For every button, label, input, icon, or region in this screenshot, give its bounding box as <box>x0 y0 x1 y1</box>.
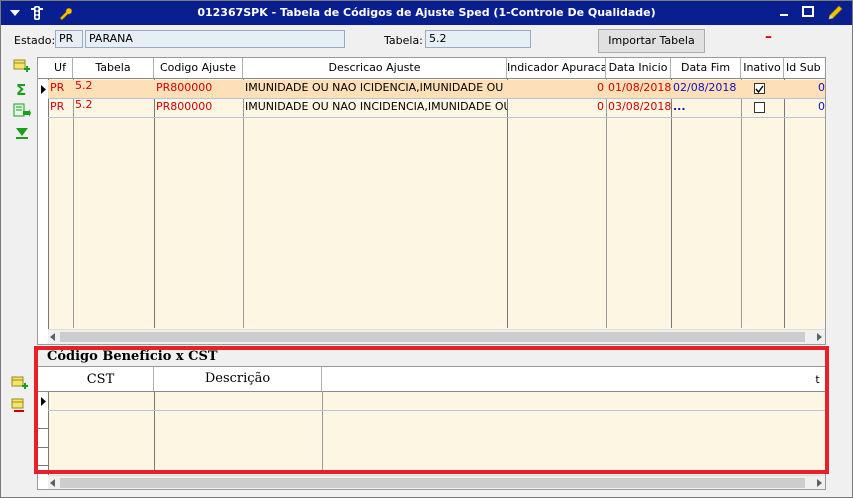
remove-symbol[interactable]: – <box>765 29 772 45</box>
cell-indicador-apuracao[interactable]: 0 <box>507 80 606 98</box>
col-header-indicador-apuracao[interactable]: Indicador Apuracao <box>507 58 606 78</box>
tabela-label: Tabela: <box>384 34 423 47</box>
title-bar: 012367SPK - Tabela de Códigos de Ajuste … <box>1 1 852 25</box>
sum-icon[interactable]: Σ <box>13 81 31 97</box>
cell-uf[interactable]: PR <box>48 99 73 117</box>
cell-data-inicio[interactable]: 01/08/2018 <box>606 80 671 98</box>
cell-codigo-ajuste[interactable]: PR800000 <box>154 99 243 117</box>
col-header-codigo-ajuste[interactable]: Codigo Ajuste <box>154 58 243 78</box>
col-header-cst[interactable]: CST <box>48 367 154 391</box>
col-header-data-fim[interactable]: Data Fim <box>671 58 741 78</box>
edit-pencil-icon[interactable] <box>826 4 844 22</box>
col-header-descricao-ajuste[interactable]: Descricao Ajuste <box>243 58 507 78</box>
delete-benefit-icon[interactable] <box>11 398 29 414</box>
col-header-uf[interactable]: Uf <box>48 58 73 78</box>
estado-code-field[interactable]: PR <box>55 30 83 48</box>
svg-text:Σ: Σ <box>16 81 26 97</box>
table-row[interactable] <box>48 392 825 411</box>
table-row[interactable]: PR 5.2 PR800000 IMUNIDADE OU NAO INCIDEN… <box>48 99 825 118</box>
cell-data-fim[interactable]: ... <box>671 99 741 117</box>
cell-uf[interactable]: PR <box>48 80 73 98</box>
checkmark-icon <box>755 85 764 94</box>
col-header-inativo[interactable]: Inativo <box>741 58 784 78</box>
main-window: 012367SPK - Tabela de Códigos de Ajuste … <box>0 0 853 498</box>
cell-tabela[interactable]: 5.2 <box>73 80 154 98</box>
grid-header: CST Descrição t <box>38 367 825 392</box>
scrollbar-thumb[interactable] <box>60 332 805 342</box>
add-record-icon[interactable] <box>13 59 31 75</box>
add-benefit-icon[interactable] <box>11 376 29 392</box>
cell-id-sub-it[interactable]: 0 <box>784 80 825 98</box>
scrollbar-thumb[interactable] <box>60 478 805 488</box>
scroll-left-icon[interactable] <box>49 479 57 487</box>
grid-header: Uf Tabela Codigo Ajuste Descricao Ajuste… <box>38 58 825 79</box>
horizontal-scrollbar[interactable] <box>48 475 825 489</box>
scroll-right-icon[interactable] <box>815 479 823 487</box>
col-header-tabela[interactable]: Tabela <box>73 58 154 78</box>
tabela-field[interactable]: 5.2 <box>425 30 531 48</box>
current-row-pointer-icon <box>41 85 46 94</box>
col-header-truncated[interactable]: t <box>808 367 825 391</box>
cell-data-fim[interactable]: 02/08/2018 <box>671 80 741 98</box>
estado-label: Estado: <box>14 34 56 47</box>
current-row-pointer-icon <box>41 397 46 406</box>
scroll-left-icon[interactable] <box>49 333 57 341</box>
horizontal-scrollbar[interactable] <box>48 329 825 344</box>
cell-data-inicio[interactable]: 03/08/2018 <box>606 99 671 117</box>
col-header-id-sub-it[interactable]: Id Sub It <box>784 58 825 78</box>
window-title: 012367SPK - Tabela de Códigos de Ajuste … <box>197 6 656 19</box>
cell-id-sub-it[interactable]: 0 <box>784 99 825 117</box>
cell-descricao-ajuste[interactable]: IMUNIDADE OU NAO INCIDENCIA,IMUNIDADE OU… <box>243 99 507 117</box>
minimize-icon[interactable] <box>777 5 791 19</box>
table-row[interactable]: PR 5.2 PR800000 IMUNIDADE OU NAO ICIDENC… <box>48 80 825 99</box>
inativo-checkbox[interactable] <box>754 83 765 94</box>
scroll-right-icon[interactable] <box>815 333 823 341</box>
benefit-cst-grid[interactable]: CST Descrição t <box>37 366 826 490</box>
import-table-button[interactable]: Importar Tabela <box>598 29 705 53</box>
inativo-checkbox[interactable] <box>754 102 765 113</box>
col-header-data-inicio[interactable]: Data Inicio <box>606 58 671 78</box>
export-record-icon[interactable] <box>13 103 31 119</box>
maximize-icon[interactable] <box>801 5 815 19</box>
cell-tabela[interactable]: 5.2 <box>73 99 154 117</box>
cell-indicador-apuracao[interactable]: 0 <box>507 99 606 117</box>
col-header-descricao[interactable]: Descrição <box>154 367 322 391</box>
section-title: Código Benefício x CST <box>47 349 218 364</box>
adjustment-codes-grid[interactable]: Uf Tabela Codigo Ajuste Descricao Ajuste… <box>37 57 826 345</box>
move-last-icon[interactable] <box>13 125 31 141</box>
estado-name-field[interactable]: PARANA <box>85 30 345 48</box>
cell-codigo-ajuste[interactable]: PR800000 <box>154 80 243 98</box>
cell-descricao-ajuste[interactable]: IMUNIDADE OU NAO ICIDENCIA,IMUNIDADE OU … <box>243 80 507 98</box>
